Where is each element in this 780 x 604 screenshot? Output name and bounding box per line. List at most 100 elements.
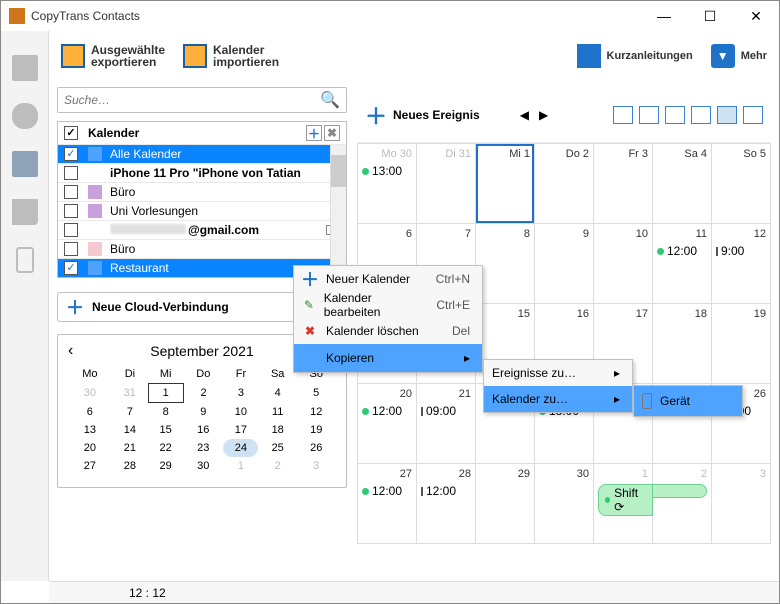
day-cell[interactable]: Fr 3 (594, 144, 653, 224)
mini-cal-day[interactable]: 2 (183, 384, 223, 403)
ctx-copy-calendar[interactable]: Kalender zu…▸ (484, 386, 632, 412)
day-cell[interactable]: Mi 1 (476, 144, 535, 224)
day-cell[interactable]: 3 (712, 464, 771, 544)
day-cell[interactable]: 2712:00 (358, 464, 417, 544)
search-field[interactable] (64, 93, 320, 107)
calendar-list-item[interactable]: ✓Alle Kalender (58, 144, 346, 163)
day-cell[interactable]: 29 (476, 464, 535, 544)
view-week-icon[interactable] (665, 106, 685, 124)
mini-cal-day[interactable]: 24 (223, 439, 258, 457)
calendar-list-item[interactable]: Büro (58, 239, 346, 258)
calendar-list-item[interactable]: Uni Vorlesungen (58, 201, 346, 220)
mini-cal-day[interactable]: 21 (112, 439, 148, 457)
day-cell[interactable]: 1112:00 (653, 224, 712, 304)
add-calendar-icon[interactable]: ＋ (306, 125, 322, 141)
more-button[interactable]: ▼ Mehr (711, 44, 767, 68)
mini-cal-day[interactable]: 30 (183, 457, 223, 475)
view-month-icon[interactable] (717, 106, 737, 124)
event-chip[interactable] (652, 484, 707, 498)
calendar-checkbox[interactable] (64, 204, 78, 218)
event-chip[interactable]: Shift ⟳ (598, 484, 653, 516)
day-cell[interactable]: Sa 4 (653, 144, 712, 224)
day-cell[interactable]: 19 (712, 304, 771, 384)
calendar-checkbox[interactable] (64, 185, 78, 199)
event-item[interactable]: 9:00 (716, 244, 766, 258)
mini-cal-day[interactable]: 5 (297, 384, 336, 403)
calendar-checkbox[interactable] (64, 223, 78, 237)
delete-calendar-icon[interactable]: ✖ (324, 125, 340, 141)
mini-cal-day[interactable]: 1 (223, 457, 258, 475)
minimize-button[interactable]: — (641, 1, 687, 31)
calendar-icon[interactable] (12, 151, 38, 177)
mini-cal-day[interactable]: 12 (297, 403, 336, 422)
mini-cal-day[interactable]: 20 (68, 439, 112, 457)
event-item[interactable]: 12:00 (362, 404, 412, 418)
mini-cal-day[interactable]: 10 (223, 403, 258, 422)
calendar-checkbox[interactable] (64, 166, 78, 180)
day-cell[interactable]: 2812:00 (417, 464, 476, 544)
mini-cal-day[interactable]: 4 (258, 384, 297, 403)
mini-cal-day[interactable]: 19 (297, 421, 336, 439)
mini-cal-day[interactable]: 15 (148, 421, 183, 439)
mini-cal-day[interactable]: 27 (68, 457, 112, 475)
day-cell[interactable]: 2109:00 (417, 384, 476, 464)
calendar-header-checkbox[interactable]: ✓ (64, 126, 78, 140)
search-input[interactable]: 🔍 (57, 87, 347, 113)
mini-cal-day[interactable]: 1 (148, 384, 183, 403)
day-cell[interactable]: 30 (535, 464, 594, 544)
new-event-button[interactable]: ＋ Neues Ereignis (365, 99, 480, 131)
mini-cal-day[interactable]: 17 (223, 421, 258, 439)
notes-icon[interactable] (12, 199, 38, 225)
export-button[interactable]: Ausgewählteexportieren (61, 44, 165, 68)
day-cell[interactable]: Di 31 (417, 144, 476, 224)
calendar-checkbox[interactable] (64, 242, 78, 256)
calendar-list-item[interactable]: Büro (58, 182, 346, 201)
mini-cal-day[interactable]: 13 (68, 421, 112, 439)
mini-cal-day[interactable]: 29 (148, 457, 183, 475)
prev-month-button[interactable]: ‹ (68, 342, 73, 360)
maximize-button[interactable]: ☐ (687, 1, 733, 31)
close-button[interactable]: ✕ (733, 1, 779, 31)
mini-cal-day[interactable]: 11 (258, 403, 297, 422)
day-cell[interactable]: 129:00 (712, 224, 771, 304)
event-item[interactable]: 13:00 (362, 164, 412, 178)
mini-cal-day[interactable]: 25 (258, 439, 297, 457)
mini-cal-day[interactable]: 28 (112, 457, 148, 475)
mini-cal-day[interactable]: 7 (112, 403, 148, 422)
view-workweek-icon[interactable] (691, 106, 711, 124)
event-item[interactable]: 12:00 (421, 484, 471, 498)
day-cell[interactable]: 8 (476, 224, 535, 304)
prev-period-button[interactable]: ◀ (520, 108, 539, 122)
mini-cal-day[interactable]: 23 (183, 439, 223, 457)
event-item[interactable]: 12:00 (362, 484, 412, 498)
next-period-button[interactable]: ▶ (539, 108, 558, 122)
mini-cal-grid[interactable]: MoDiMiDoFrSaSo30311234567891011121314151… (68, 365, 336, 475)
mini-cal-day[interactable]: 16 (183, 421, 223, 439)
mini-cal-day[interactable]: 31 (112, 384, 148, 403)
day-cell[interactable]: 2012:00 (358, 384, 417, 464)
mini-cal-day[interactable]: 8 (148, 403, 183, 422)
mini-cal-day[interactable]: 6 (68, 403, 112, 422)
view-day-icon[interactable] (639, 106, 659, 124)
event-item[interactable]: 12:00 (657, 244, 707, 258)
device-icon[interactable] (16, 247, 34, 273)
contacts-icon[interactable] (12, 55, 38, 81)
mini-cal-day[interactable]: 14 (112, 421, 148, 439)
day-cell[interactable]: 1Shift ⟳ (594, 464, 653, 544)
day-cell[interactable]: 18 (653, 304, 712, 384)
mini-cal-day[interactable]: 22 (148, 439, 183, 457)
day-cell[interactable]: 9 (535, 224, 594, 304)
day-cell[interactable]: 10 (594, 224, 653, 304)
calendar-list-item[interactable]: @gmail.com (58, 220, 346, 239)
mini-cal-day[interactable]: 3 (297, 457, 336, 475)
search-icon[interactable]: 🔍 (320, 90, 340, 110)
mini-cal-day[interactable]: 9 (183, 403, 223, 422)
ctx-delete-calendar[interactable]: ✖ Kalender löschenDel (294, 318, 482, 344)
calendar-list-scrollbar[interactable] (330, 145, 346, 277)
mini-cal-day[interactable]: 26 (297, 439, 336, 457)
ctx-copy-events[interactable]: Ereignisse zu…▸ (484, 360, 632, 386)
ctx-edit-calendar[interactable]: ✎ Kalender bearbeitenCtrl+E (294, 292, 482, 318)
day-cell[interactable]: Mo 3013:00 (358, 144, 417, 224)
calendar-checkbox[interactable]: ✓ (64, 147, 78, 161)
mini-cal-day[interactable]: 3 (223, 384, 258, 403)
